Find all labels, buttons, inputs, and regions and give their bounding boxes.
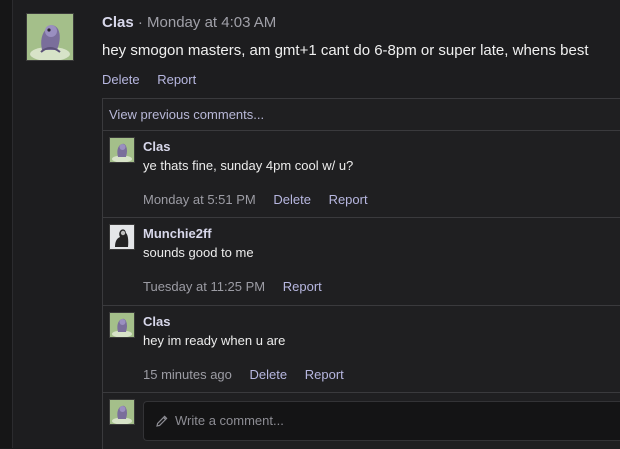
comment-avatar[interactable] [109,224,135,250]
post-author[interactable]: Clas [102,14,134,31]
profile-post: Clas · Monday at 4:03 AM hey smogon mast… [13,0,620,449]
comment-text: sounds good to me [143,245,254,260]
delete-comment-link[interactable]: Delete [273,192,311,207]
comment-meta: 15 minutes ago Delete Report [143,367,358,382]
current-user-avatar [109,399,135,425]
report-comment-link[interactable]: Report [329,192,368,207]
delete-comment-link[interactable]: Delete [250,367,288,382]
comment-meta: Tuesday at 11:25 PM Report [143,279,336,294]
author-avatar[interactable] [26,13,74,61]
report-comment-link[interactable]: Report [305,367,344,382]
comment-item: Clas ye thats fine, sunday 4pm cool w/ u… [103,131,620,218]
comment-avatar[interactable] [109,137,135,163]
view-previous-comments: View previous comments... [103,99,620,131]
comment-avatar[interactable] [109,312,135,338]
page-margin [0,0,12,448]
comment-input[interactable]: Write a comment... [143,401,620,441]
comment-item: Munchie2ff sounds good to me Tuesday at … [103,218,620,306]
comment-item: Clas hey im ready when u are 15 minutes … [103,306,620,393]
comment-author[interactable]: Clas [143,139,170,154]
comment-text: hey im ready when u are [143,333,286,348]
comment-text: ye thats fine, sunday 4pm cool w/ u? [143,158,354,173]
post-actions: Delete Report [102,72,210,87]
comment-time[interactable]: Monday at 5:51 PM [143,192,256,207]
comment-time[interactable]: Tuesday at 11:25 PM [143,279,265,294]
post-timestamp[interactable]: Monday at 4:03 AM [147,14,276,31]
comment-author[interactable]: Munchie2ff [143,226,212,241]
view-previous-link[interactable]: View previous comments... [109,107,264,122]
reply-row: Write a comment... [103,393,620,449]
comments-section: View previous comments... Clas ye thats … [102,98,620,449]
post-body: hey smogon masters, am gmt+1 cant do 6-8… [102,42,589,59]
post-header: Clas · Monday at 4:03 AM [102,14,276,31]
delete-post-link[interactable]: Delete [102,72,140,87]
pencil-icon [156,415,168,427]
report-comment-link[interactable]: Report [283,279,322,294]
header-separator: · [137,14,143,31]
comment-input-placeholder: Write a comment... [175,413,284,428]
comment-meta: Monday at 5:51 PM Delete Report [143,192,382,207]
comment-author[interactable]: Clas [143,314,170,329]
report-post-link[interactable]: Report [157,72,196,87]
comment-time[interactable]: 15 minutes ago [143,367,232,382]
